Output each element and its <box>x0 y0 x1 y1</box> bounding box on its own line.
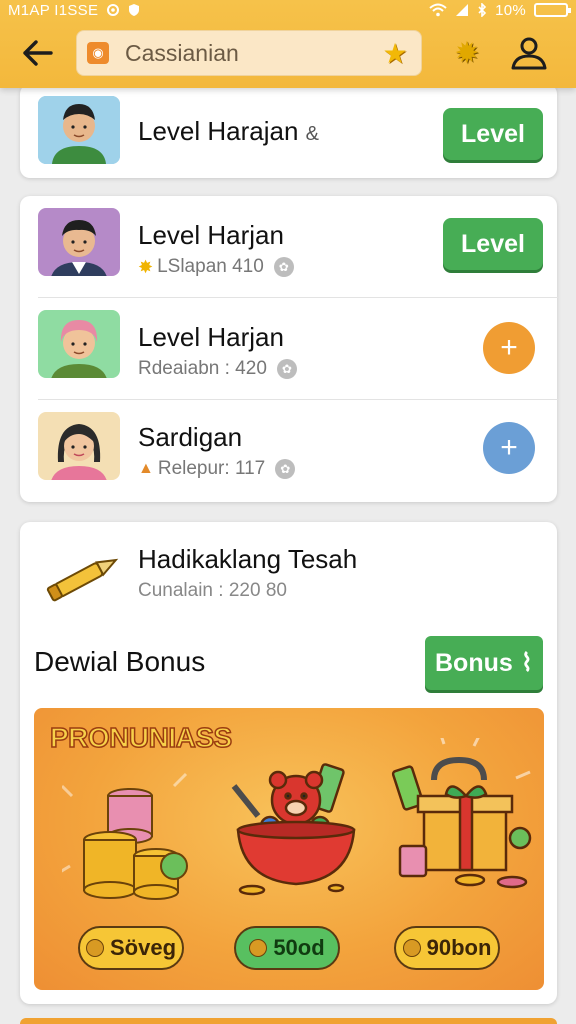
item-title: Hadikaklang Tesah <box>138 544 358 574</box>
coin-stack-icon <box>62 772 188 900</box>
row-title: Level Harjan <box>138 322 284 352</box>
top-app-bar: M1AP I1SSE 10% ◉ Cassianian ★ ✹ <box>0 0 576 88</box>
shield-status-icon <box>129 4 140 16</box>
bluetooth-icon <box>478 3 487 17</box>
level-button[interactable]: Level <box>443 218 543 270</box>
avatar <box>38 310 120 378</box>
pencil-icon <box>42 546 126 613</box>
add-button[interactable]: + <box>483 322 535 374</box>
row-subtitle: ▲ Relepur: 117 ✿ <box>138 458 296 480</box>
gift-box-icon <box>391 738 532 889</box>
app-icon: ◉ <box>87 42 109 64</box>
list-item[interactable]: Level Harjan Rdeaiabn : 420 ✿ + <box>20 298 557 398</box>
battery-icon <box>534 3 571 17</box>
user-list-card: Level Harjan ✸ LSlapan 410 ✿ Level Level… <box>20 196 558 502</box>
avatar <box>38 412 120 480</box>
coin-icon <box>85 939 104 957</box>
search-query[interactable]: Cassianian <box>125 40 379 67</box>
star-icon[interactable]: ★ <box>379 37 411 69</box>
settings-status-icon <box>107 4 120 16</box>
status-bar: M1AP I1SSE 10% <box>0 0 576 20</box>
avatar <box>38 208 120 276</box>
row-title: Level Harajan & <box>138 116 320 146</box>
bonus-button[interactable]: Bonus ⌇ <box>425 636 543 690</box>
carrier-text: M1AP I1SSE <box>8 1 99 19</box>
row-title: Level Harjan <box>138 220 284 250</box>
coin-icon <box>249 939 268 957</box>
row-subtitle: Rdeaiabn : 420 ✿ <box>138 358 297 380</box>
wave-icon: ⌇ <box>520 649 533 677</box>
level-button[interactable]: Level <box>443 108 543 160</box>
list-item[interactable]: Level Harjan ✸ LSlapan 410 ✿ Level <box>20 196 557 296</box>
cone-icon: ▲ <box>138 460 154 477</box>
list-item[interactable]: Sardigan ▲ Relepur: 117 ✿ + <box>20 400 557 500</box>
user-icon[interactable] <box>506 30 552 76</box>
avatar <box>38 96 120 164</box>
row-title: Sardigan <box>138 422 243 452</box>
item-subtitle: Cunalain : 220 80 <box>138 580 287 601</box>
promo-title: PRONUNIASS <box>49 721 233 754</box>
back-button[interactable] <box>14 29 62 77</box>
bonus-card: Hadikaklang Tesah Cunalain : 220 80 Dewi… <box>20 522 557 1004</box>
bear-pot-icon <box>231 763 356 896</box>
coin-icon <box>402 939 421 957</box>
back-arrow-icon <box>23 40 53 66</box>
battery-percent: 10% <box>495 1 526 19</box>
promo-banner[interactable]: PRONUNIASS Söveg 50od 90bon <box>34 708 544 990</box>
badge-icon: ✿ <box>276 359 297 379</box>
add-button[interactable]: + <box>483 422 535 474</box>
search-field[interactable]: ◉ Cassianian ★ <box>76 30 422 76</box>
reward-pill-3[interactable]: 90bon <box>394 926 500 970</box>
reward-pill-1[interactable]: Söveg <box>78 926 184 970</box>
badge-icon: ✿ <box>275 459 296 479</box>
next-card-edge <box>20 1018 557 1024</box>
signal-icon <box>456 4 469 16</box>
sun-small-icon: ✸ <box>138 256 154 277</box>
badge-icon: ✿ <box>273 257 294 277</box>
section-title: Dewial Bonus <box>34 646 206 677</box>
list-item[interactable]: Level Harajan & Level <box>20 84 557 178</box>
wifi-icon <box>429 3 447 17</box>
row-subtitle: ✸ LSlapan 410 ✿ <box>138 256 294 278</box>
reward-pill-2[interactable]: 50od <box>234 926 340 970</box>
top-user-card: Level Harajan & Level <box>20 84 557 178</box>
header: ◉ Cassianian ★ ✹ <box>0 22 576 84</box>
sun-badge-icon[interactable]: ✹ <box>444 30 490 76</box>
